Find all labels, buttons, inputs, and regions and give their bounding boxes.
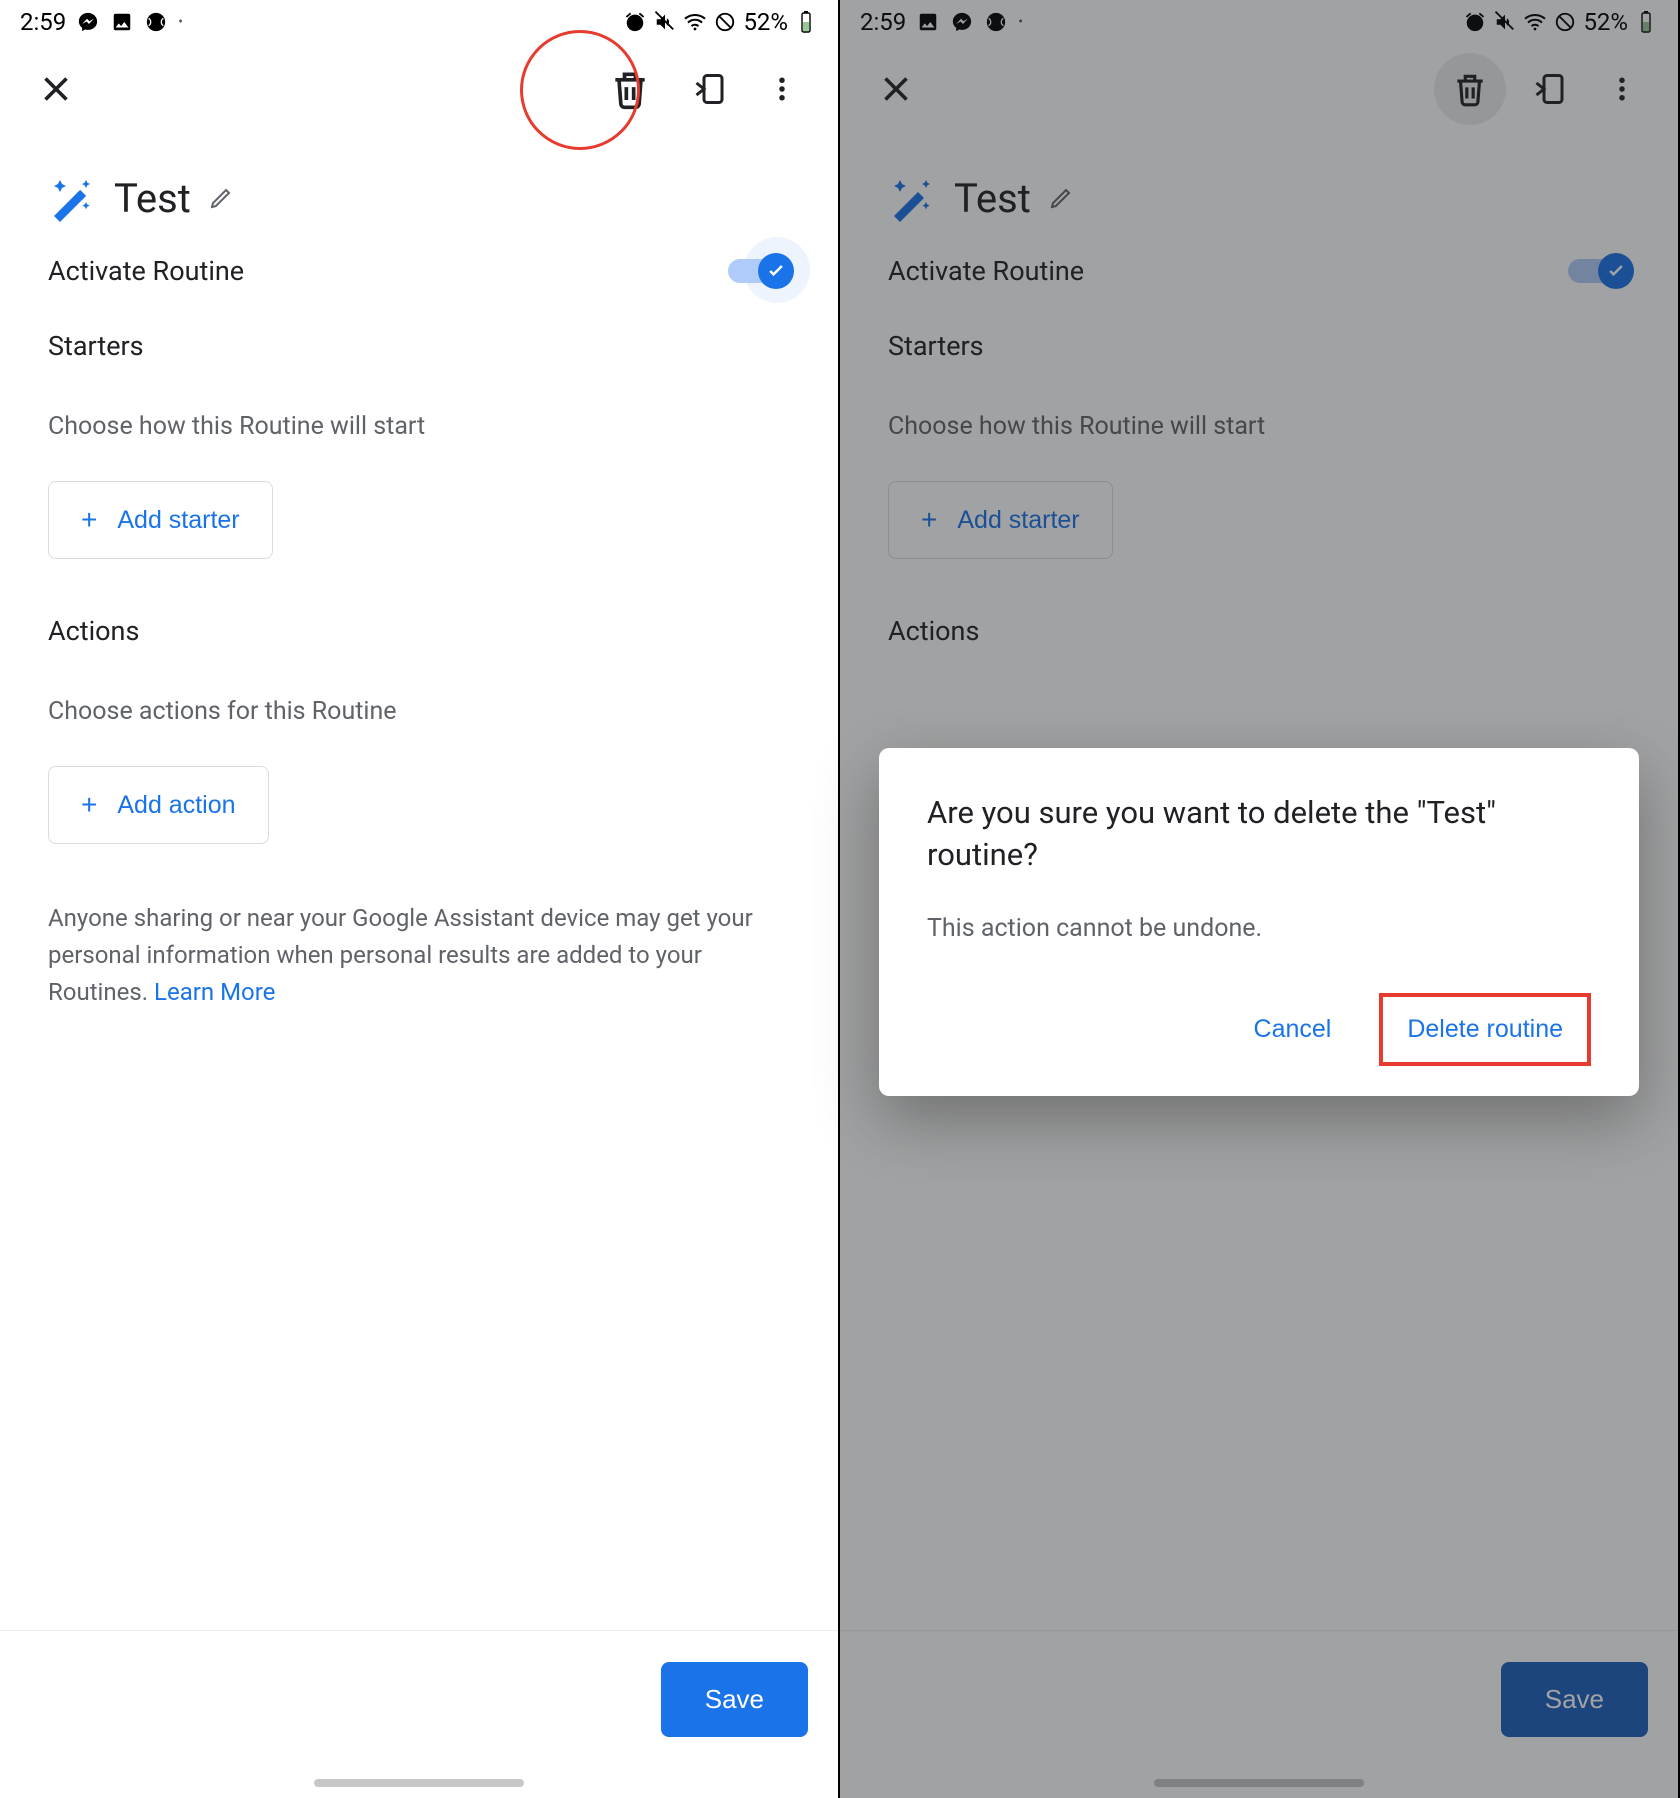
status-dot: • [1018, 14, 1023, 30]
nav-pill[interactable] [314, 1779, 524, 1787]
add-to-home-button[interactable] [1514, 53, 1586, 125]
starters-heading: Starters [48, 330, 790, 362]
cancel-button[interactable]: Cancel [1230, 997, 1356, 1062]
gallery-icon [916, 10, 940, 34]
delete-confirm-dialog: Are you sure you want to delete the "Tes… [879, 748, 1639, 1096]
starters-subtext: Choose how this Routine will start [888, 412, 1630, 441]
mute-icon [1493, 10, 1517, 34]
footer-bar: Save [840, 1630, 1678, 1768]
alarm-icon [1463, 10, 1487, 34]
add-starter-label: Add starter [117, 506, 239, 535]
add-starter-button[interactable]: + Add starter [888, 481, 1113, 559]
main-content: Test Activate Routine Starters Choose ho… [0, 134, 838, 1630]
wifi-icon [1523, 10, 1547, 34]
add-starter-button[interactable]: + Add starter [48, 481, 273, 559]
dialog-body: This action cannot be undone. [927, 914, 1591, 943]
battery-icon [1634, 10, 1658, 34]
actions-heading: Actions [48, 615, 790, 647]
routine-title: Test [954, 175, 1031, 222]
nav-bar [0, 1768, 838, 1798]
actions-subtext: Choose actions for this Routine [48, 697, 790, 726]
overflow-menu-button[interactable] [746, 53, 818, 125]
delete-button[interactable] [1434, 53, 1506, 125]
status-dot: • [178, 14, 183, 30]
no-signal-icon [713, 10, 737, 34]
close-button[interactable] [20, 53, 92, 125]
battery-percent: 52% [1583, 8, 1628, 36]
no-signal-icon [1553, 10, 1577, 34]
messenger-icon [950, 10, 974, 34]
magic-wand-icon [48, 174, 96, 222]
plus-icon: + [921, 504, 937, 536]
delete-routine-button[interactable]: Delete routine [1379, 993, 1591, 1066]
app-bar [840, 44, 1678, 134]
status-bar: 2:59 • 52% [0, 0, 838, 44]
activate-routine-label: Activate Routine [48, 255, 244, 287]
messenger-icon [76, 10, 100, 34]
app-bar [0, 44, 838, 134]
activate-routine-toggle[interactable] [1568, 252, 1630, 290]
plus-icon: + [81, 504, 97, 536]
status-time: 2:59 [860, 8, 906, 36]
magic-wand-icon [888, 174, 936, 222]
activate-routine-toggle[interactable] [728, 252, 790, 290]
mute-icon [653, 10, 677, 34]
starters-subtext: Choose how this Routine will start [48, 412, 790, 441]
gallery-icon [110, 10, 134, 34]
phone-screen-left: 2:59 • 52% [0, 0, 840, 1798]
overflow-menu-button[interactable] [1586, 53, 1658, 125]
baseball-icon [984, 10, 1008, 34]
baseball-icon [144, 10, 168, 34]
edit-name-button[interactable] [1049, 186, 1073, 210]
footer-bar: Save [0, 1630, 838, 1768]
battery-percent: 52% [743, 8, 788, 36]
save-button[interactable]: Save [661, 1662, 808, 1737]
close-button[interactable] [860, 53, 932, 125]
activate-routine-label: Activate Routine [888, 255, 1084, 287]
delete-button[interactable] [594, 53, 666, 125]
nav-bar [840, 1768, 1678, 1798]
add-action-button[interactable]: + Add action [48, 766, 269, 844]
wifi-icon [683, 10, 707, 34]
dialog-title: Are you sure you want to delete the "Tes… [927, 792, 1591, 876]
add-to-home-button[interactable] [674, 53, 746, 125]
starters-heading: Starters [888, 330, 1630, 362]
battery-icon [794, 10, 818, 34]
routine-title: Test [114, 175, 191, 222]
disclaimer-text: Anyone sharing or near your Google Assis… [48, 900, 790, 1012]
save-button[interactable]: Save [1501, 1662, 1648, 1737]
edit-name-button[interactable] [209, 186, 233, 210]
add-starter-label: Add starter [957, 506, 1079, 535]
nav-pill[interactable] [1154, 1779, 1364, 1787]
learn-more-link[interactable]: Learn More [154, 978, 275, 1006]
status-bar: 2:59 • 52% [840, 0, 1678, 44]
actions-heading: Actions [888, 615, 1630, 647]
status-time: 2:59 [20, 8, 66, 36]
add-action-label: Add action [117, 791, 235, 820]
alarm-icon [623, 10, 647, 34]
phone-screen-right: 2:59 • 52% [840, 0, 1680, 1798]
plus-icon: + [81, 789, 97, 821]
